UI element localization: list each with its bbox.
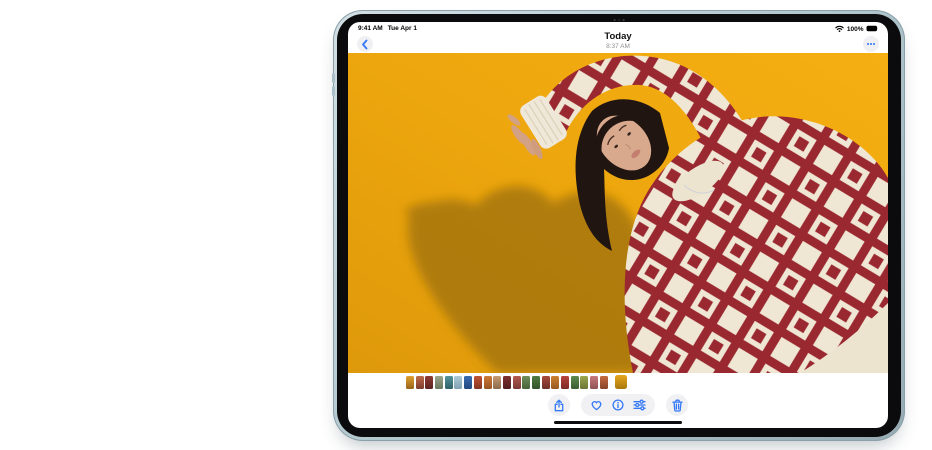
thumbnail[interactable] [532, 376, 540, 389]
thumbnail[interactable] [454, 376, 462, 389]
thumbnail[interactable] [474, 376, 482, 389]
photo-toolbar [348, 394, 888, 416]
delete-button[interactable] [666, 394, 688, 416]
ipad-bezel: 9:41 AM Tue Apr 1 100% [337, 14, 901, 437]
thumbnail[interactable] [406, 376, 414, 389]
sliders-icon [633, 399, 646, 411]
thumbnail[interactable] [551, 376, 559, 389]
thumbnail[interactable] [416, 376, 424, 389]
status-time: 9:41 AM [358, 25, 383, 32]
ellipsis-icon [867, 43, 875, 45]
info-button[interactable] [612, 399, 624, 411]
status-date: Tue Apr 1 [388, 25, 417, 32]
ipad-screen: 9:41 AM Tue Apr 1 100% [348, 22, 888, 428]
adjust-button[interactable] [633, 399, 646, 411]
thumbnail[interactable] [600, 376, 608, 389]
thumbnail[interactable] [425, 376, 433, 389]
thumbnail[interactable] [522, 376, 530, 389]
ipad-device: 9:41 AM Tue Apr 1 100% [333, 10, 905, 441]
thumbnail-strip [406, 375, 627, 389]
thumbnail[interactable] [484, 376, 492, 389]
heart-icon [590, 399, 603, 411]
thumbnail[interactable] [561, 376, 569, 389]
photo-of-person-yellow-wall [348, 53, 888, 373]
photo-viewer[interactable] [348, 53, 888, 373]
thumbnail[interactable] [445, 376, 453, 389]
home-indicator[interactable] [554, 421, 682, 425]
thumbnail[interactable] [464, 376, 472, 389]
volume-down-button[interactable] [332, 86, 335, 96]
thumbnail[interactable] [503, 376, 511, 389]
thumbnail[interactable] [513, 376, 521, 389]
nav-title: Today 8:37 AM [348, 32, 888, 50]
info-icon [612, 399, 624, 411]
trash-icon [672, 399, 683, 412]
photo-timestamp: 8:37 AM [348, 43, 888, 50]
front-camera-icon [614, 19, 625, 21]
favorite-button[interactable] [590, 399, 603, 411]
more-options-button[interactable] [863, 36, 879, 52]
share-button[interactable] [548, 394, 570, 416]
toolbar-pill [581, 394, 655, 416]
thumbnail-selected[interactable] [615, 375, 627, 389]
thumbnail[interactable] [580, 376, 588, 389]
thumbnail[interactable] [435, 376, 443, 389]
thumbnail[interactable] [590, 376, 598, 389]
page-title: Today [348, 32, 888, 43]
thumbnail[interactable] [571, 376, 579, 389]
share-icon [553, 399, 565, 412]
page-background: 9:41 AM Tue Apr 1 100% [0, 0, 932, 450]
thumbnail[interactable] [542, 376, 550, 389]
thumbnail[interactable] [493, 376, 501, 389]
volume-up-button[interactable] [332, 73, 335, 83]
